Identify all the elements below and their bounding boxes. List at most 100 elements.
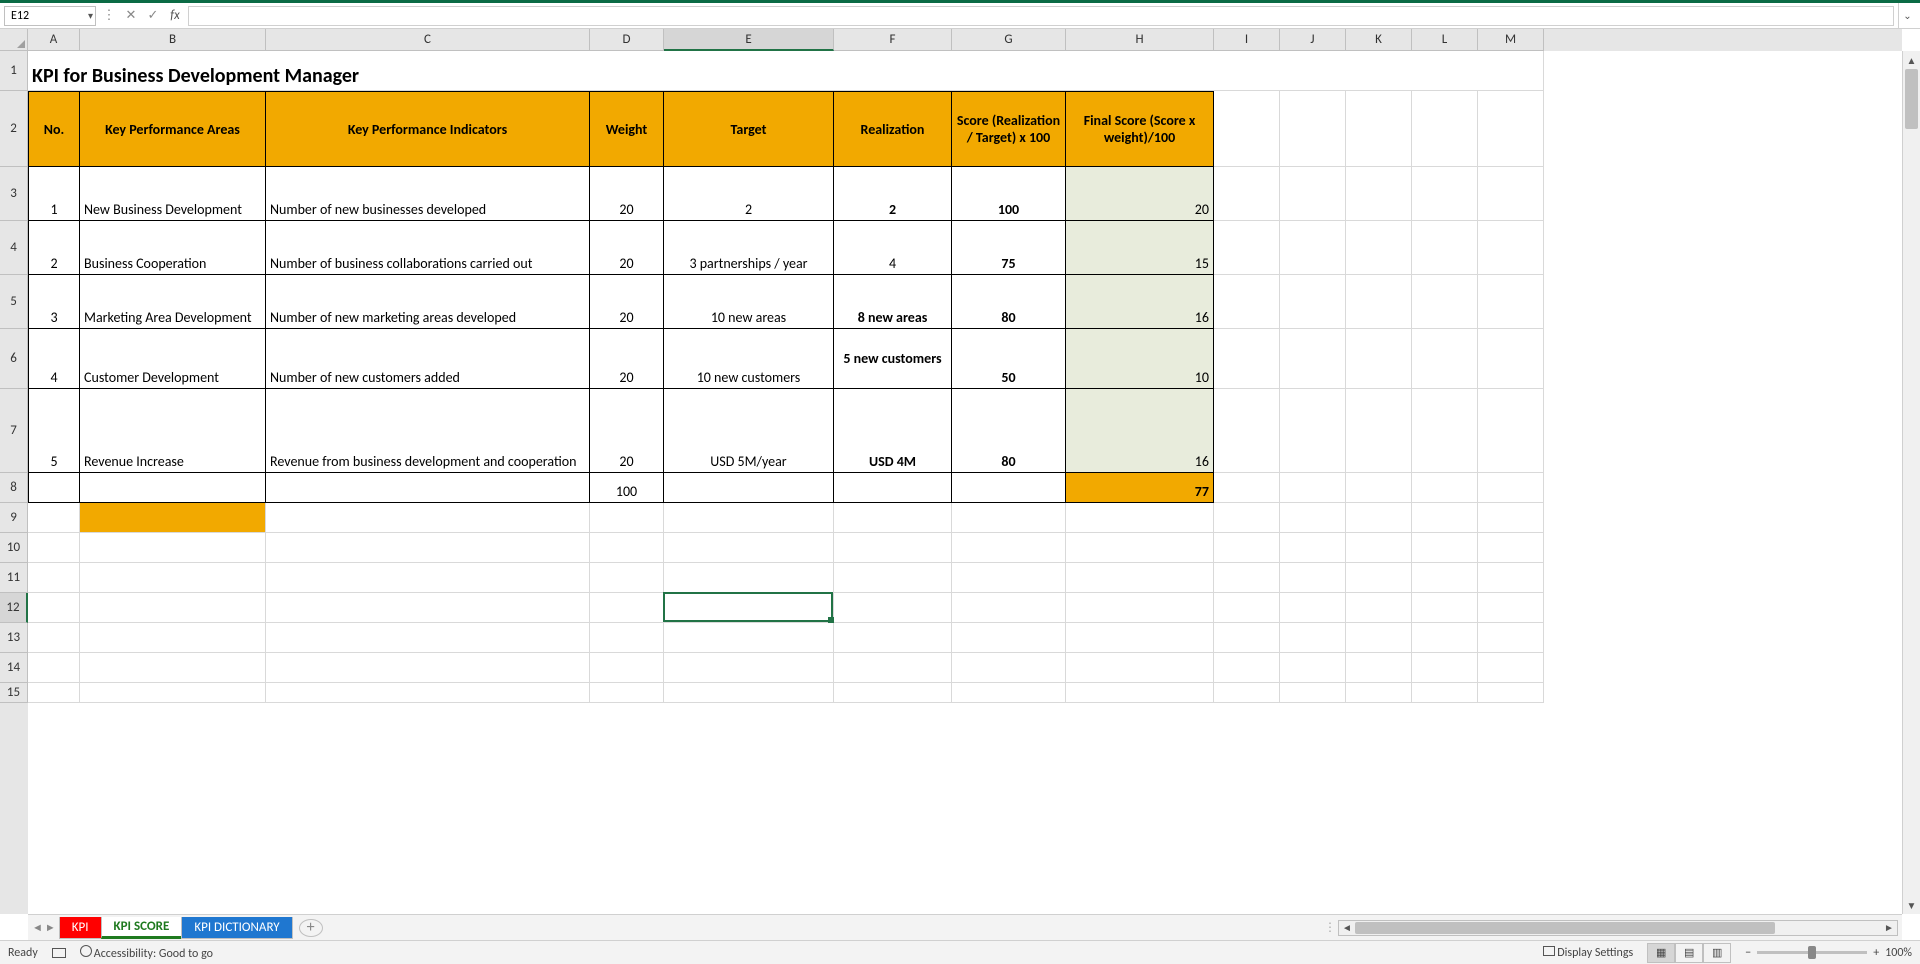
cell-empty[interactable] — [1214, 275, 1280, 329]
cell-empty[interactable] — [1412, 329, 1478, 389]
cell-empty[interactable] — [664, 623, 834, 653]
cell-empty[interactable] — [952, 683, 1066, 703]
hdr-kpi[interactable]: Key Performance Indicators — [266, 91, 590, 167]
cell-empty[interactable] — [1280, 503, 1346, 533]
cell-empty[interactable] — [1066, 503, 1214, 533]
cell-target[interactable]: 10 new areas — [664, 275, 834, 329]
cell-kpa[interactable]: Customer Development — [80, 329, 266, 389]
cell-empty[interactable] — [1412, 389, 1478, 473]
cell-kpi[interactable]: Number of new customers added — [266, 329, 590, 389]
hdr-weight[interactable]: Weight — [590, 91, 664, 167]
col-header-H[interactable]: H — [1066, 29, 1214, 51]
cell-empty[interactable] — [1214, 533, 1280, 563]
cell-empty[interactable] — [952, 593, 1066, 623]
cell-no[interactable]: 1 — [28, 167, 80, 221]
new-sheet-button[interactable]: + — [299, 919, 323, 937]
row-header-6[interactable]: 6 — [0, 329, 28, 389]
cell-empty[interactable] — [1412, 503, 1478, 533]
row-header-8[interactable]: 8 — [0, 473, 28, 503]
row-header-4[interactable]: 4 — [0, 221, 28, 275]
vscroll-track[interactable] — [1903, 69, 1920, 896]
cell-empty[interactable] — [1346, 473, 1412, 503]
cells-container[interactable]: KPI for Business Development Manager No.… — [28, 51, 1902, 914]
cell-empty[interactable] — [1412, 473, 1478, 503]
cell-kpi[interactable]: Number of new businesses developed — [266, 167, 590, 221]
cell-empty[interactable] — [1280, 221, 1346, 275]
view-page-break-button[interactable]: ▥ — [1703, 943, 1731, 963]
cell-final[interactable]: 16 — [1066, 275, 1214, 329]
cell-empty[interactable] — [1412, 653, 1478, 683]
status-accessibility[interactable]: Accessibility: Good to go — [80, 945, 213, 961]
cell-empty[interactable] — [1478, 683, 1544, 703]
cell-empty[interactable] — [1412, 533, 1478, 563]
cell-no[interactable]: 5 — [28, 389, 80, 473]
tab-split-grip[interactable]: ⋮ — [1324, 920, 1334, 935]
cell-kpi[interactable]: Number of business collaborations carrie… — [266, 221, 590, 275]
cell-empty[interactable] — [1346, 329, 1412, 389]
cell-empty[interactable] — [28, 683, 80, 703]
cell-empty[interactable] — [1346, 563, 1412, 593]
cell-empty[interactable] — [664, 593, 834, 623]
hdr-no[interactable]: No. — [28, 91, 80, 167]
zoom-slider-handle[interactable] — [1808, 946, 1816, 959]
cell-empty[interactable] — [1280, 593, 1346, 623]
hdr-target[interactable]: Target — [664, 91, 834, 167]
cell-empty[interactable] — [1478, 563, 1544, 593]
cell-empty[interactable] — [590, 533, 664, 563]
cell-realization[interactable]: 8 new areas — [834, 275, 952, 329]
cell-empty[interactable] — [834, 683, 952, 703]
cell-empty[interactable] — [1066, 563, 1214, 593]
cell-empty[interactable] — [1346, 221, 1412, 275]
tab-kpi-dictionary[interactable]: KPI DICTIONARY — [181, 917, 292, 939]
hdr-final[interactable]: Final Score (Score x weight)/100 — [1066, 91, 1214, 167]
col-header-J[interactable]: J — [1280, 29, 1346, 51]
cell-final[interactable]: 15 — [1066, 221, 1214, 275]
cell-empty[interactable] — [1214, 329, 1280, 389]
cell-empty[interactable] — [834, 503, 952, 533]
cell-empty[interactable] — [834, 473, 952, 503]
formula-bar-expand-icon[interactable]: ⌄ — [1898, 3, 1916, 28]
cell-empty[interactable] — [1412, 593, 1478, 623]
col-header-M[interactable]: M — [1478, 29, 1544, 51]
cell-score[interactable]: 80 — [952, 389, 1066, 473]
row-header-2[interactable]: 2 — [0, 91, 28, 167]
cell-empty[interactable] — [590, 653, 664, 683]
cell-empty[interactable] — [1346, 653, 1412, 683]
tab-prev-icon[interactable]: ◄ — [32, 921, 43, 934]
cell-no[interactable]: 4 — [28, 329, 80, 389]
col-header-A[interactable]: A — [28, 29, 80, 51]
cell-final[interactable]: 20 — [1066, 167, 1214, 221]
cell-empty[interactable] — [1214, 593, 1280, 623]
cell-empty[interactable] — [1280, 653, 1346, 683]
cell-empty[interactable] — [1214, 683, 1280, 703]
cell-empty[interactable] — [590, 623, 664, 653]
cell-empty[interactable] — [1478, 389, 1544, 473]
cell-score[interactable]: 80 — [952, 275, 1066, 329]
cell-empty[interactable] — [80, 623, 266, 653]
tab-kpi[interactable]: KPI — [59, 917, 102, 939]
cell-empty[interactable] — [1280, 533, 1346, 563]
cell-final[interactable]: 16 — [1066, 389, 1214, 473]
cell-realization[interactable]: 2 — [834, 167, 952, 221]
cell-empty[interactable] — [1280, 623, 1346, 653]
row-header-11[interactable]: 11 — [0, 563, 28, 593]
cell-no[interactable]: 2 — [28, 221, 80, 275]
cell-empty[interactable] — [1478, 221, 1544, 275]
cell-empty[interactable] — [664, 533, 834, 563]
cell-empty[interactable] — [1346, 623, 1412, 653]
fx-icon[interactable]: fx — [166, 8, 184, 23]
row-header-14[interactable]: 14 — [0, 653, 28, 683]
cell-empty[interactable] — [664, 683, 834, 703]
hdr-realization[interactable]: Realization — [834, 91, 952, 167]
cell-empty[interactable] — [590, 593, 664, 623]
hdr-score[interactable]: Score (Realization / Target) x 100 — [952, 91, 1066, 167]
name-box-dropdown-icon[interactable]: ▾ — [88, 9, 93, 22]
cell-empty[interactable] — [1066, 683, 1214, 703]
select-all-triangle[interactable] — [0, 29, 28, 51]
cell-final[interactable]: 10 — [1066, 329, 1214, 389]
cell-empty[interactable] — [590, 503, 664, 533]
cell-empty[interactable] — [1346, 167, 1412, 221]
tab-next-icon[interactable]: ► — [45, 921, 56, 934]
row-header-13[interactable]: 13 — [0, 623, 28, 653]
sheet-title[interactable]: KPI for Business Development Manager — [28, 51, 1544, 91]
